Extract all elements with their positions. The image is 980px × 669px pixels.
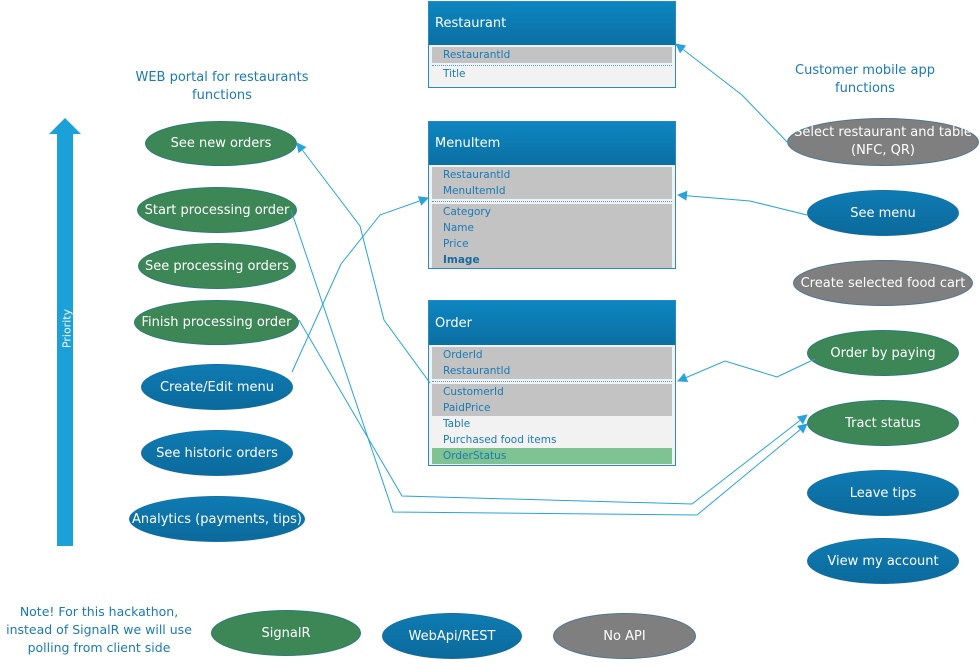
customer-leave-tips[interactable]: Leave tips <box>807 470 959 516</box>
entity-menuitem-keys: RestaurantId MenuItemId <box>432 167 672 199</box>
field: CustomerId <box>443 386 504 398</box>
link-see-menu-to-menuitem <box>677 190 808 216</box>
legend-signalr: SignalR <box>211 610 361 656</box>
priority-label: Priority <box>60 308 74 349</box>
field: PaidPrice <box>443 402 491 414</box>
entity-restaurant-title: Restaurant <box>429 2 675 45</box>
customer-create-food-cart[interactable]: Create selected food cart <box>793 260 973 306</box>
field: OrderId <box>443 349 483 361</box>
entity-order-fields: Table Purchased food items <box>432 416 672 448</box>
field: RestaurantId <box>443 169 511 181</box>
entity-restaurant[interactable]: Restaurant RestaurantId Title <box>428 1 676 88</box>
web-see-historic-orders[interactable]: See historic orders <box>141 430 293 476</box>
web-portal-caption: WEB portal for restaurants functions <box>135 70 309 103</box>
field-order-status: OrderStatus <box>432 448 672 464</box>
web-create-edit-menu[interactable]: Create/Edit menu <box>141 364 293 410</box>
entity-order-title: Order <box>429 301 675 345</box>
web-finish-processing-order[interactable]: Finish processing order <box>134 300 299 345</box>
link-order-to-see-new-orders <box>296 142 431 384</box>
field: Table <box>443 418 471 430</box>
web-see-processing-orders[interactable]: See processing orders <box>138 243 296 289</box>
field: Image <box>443 254 480 266</box>
field: Category <box>443 206 491 218</box>
entity-menuitem-title: MenuItem <box>429 122 675 165</box>
field: RestaurantId <box>443 49 511 61</box>
legend-no-api: No API <box>553 613 696 659</box>
customer-see-menu[interactable]: See menu <box>807 190 959 236</box>
link-order-by-paying-to-order <box>677 358 816 383</box>
hackathon-note: Note! For this hackathon, instead of Sig… <box>6 604 192 655</box>
customer-select-restaurant-table[interactable]: Select restaurant and table (NFC, QR) <box>787 118 979 166</box>
field: RestaurantId <box>443 365 511 377</box>
customer-track-status[interactable]: Tract status <box>807 400 959 446</box>
link-select-restaurant-to-restaurant <box>675 43 790 145</box>
field: Purchased food items <box>443 434 557 446</box>
entity-order-keys: OrderId RestaurantId <box>432 347 672 379</box>
entity-restaurant-keys: RestaurantId <box>432 47 672 63</box>
field: MenuItemId <box>443 185 506 197</box>
entity-order[interactable]: Order OrderId RestaurantId CustomerId Pa… <box>428 300 676 466</box>
legend-webapi-rest: WebApi/REST <box>382 613 522 659</box>
select-restaurant-label: Select restaurant and table (NFC, QR) <box>794 125 972 158</box>
field: Title <box>443 68 466 80</box>
entity-restaurant-fields: Title <box>432 66 672 82</box>
entity-menuitem-fields: Category Name Price Image <box>432 204 672 268</box>
web-see-new-orders[interactable]: See new orders <box>145 121 297 166</box>
link-create-menu-to-menuitem <box>291 196 429 373</box>
entity-order-key-fields: CustomerId PaidPrice <box>432 384 672 416</box>
web-start-processing-order[interactable]: Start processing order <box>137 187 297 233</box>
web-analytics[interactable]: Analytics (payments, tips) <box>129 496 305 542</box>
customer-app-caption: Customer mobile app functions <box>795 63 935 96</box>
customer-order-by-paying[interactable]: Order by paying <box>807 330 959 376</box>
customer-view-account[interactable]: View my account <box>807 538 959 584</box>
entity-menuitem[interactable]: MenuItem RestaurantId MenuItemId Categor… <box>428 121 676 269</box>
field: Name <box>443 222 474 234</box>
field: Price <box>443 238 469 250</box>
